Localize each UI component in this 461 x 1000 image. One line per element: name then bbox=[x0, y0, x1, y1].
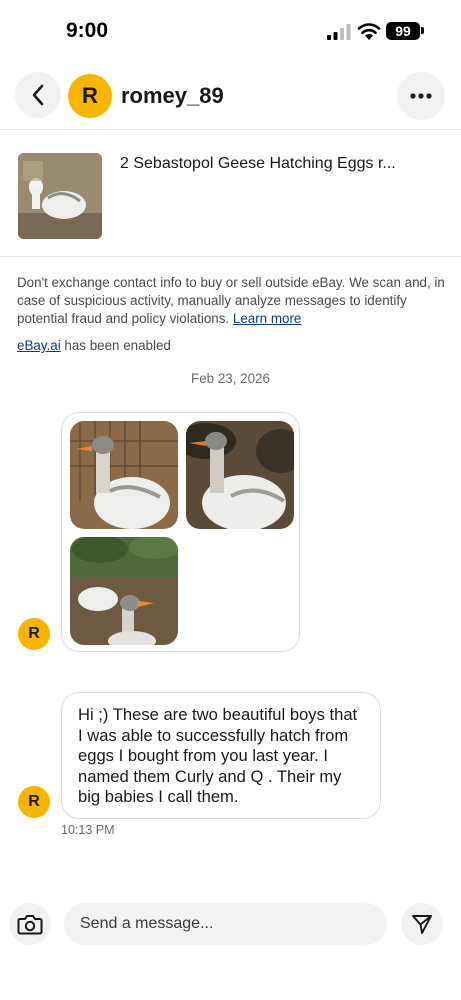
status-bar: 9:00 99 bbox=[0, 0, 461, 64]
chevron-left-icon bbox=[32, 84, 44, 106]
goose-photo bbox=[70, 421, 178, 529]
listing-thumbnail[interactable] bbox=[18, 153, 102, 239]
date-divider: Feb 23, 2026 bbox=[191, 371, 270, 386]
message-photo[interactable] bbox=[70, 421, 178, 529]
cellular-signal-icon bbox=[327, 24, 351, 40]
send-icon bbox=[412, 915, 432, 934]
sender-avatar[interactable]: R bbox=[18, 618, 50, 650]
ebay-ai-link[interactable]: eBay.ai bbox=[17, 338, 61, 353]
more-horizontal-icon bbox=[410, 93, 432, 99]
battery-tip bbox=[421, 27, 424, 34]
goose-photo bbox=[18, 153, 102, 239]
send-button[interactable] bbox=[401, 903, 443, 945]
camera-icon bbox=[17, 915, 43, 935]
seller-avatar[interactable]: R bbox=[68, 74, 112, 118]
message-composer bbox=[0, 895, 461, 955]
ai-enabled-text: has been enabled bbox=[60, 338, 171, 353]
status-time: 9:00 bbox=[66, 19, 109, 42]
message-photo[interactable] bbox=[186, 421, 294, 529]
goose-photo bbox=[70, 537, 178, 645]
listing-title[interactable]: 2 Sebastopol Geese Hatching Eggs r... bbox=[120, 155, 396, 173]
wifi-icon bbox=[357, 23, 381, 40]
photo-message-bubble bbox=[61, 412, 300, 652]
message-timestamp: 10:13 PM bbox=[61, 823, 115, 837]
text-message-bubble: Hi ;) These are two beautiful boys that … bbox=[61, 692, 381, 819]
safety-notice: Don't exchange contact info to buy or se… bbox=[17, 274, 447, 328]
battery-indicator: 99 bbox=[386, 22, 420, 40]
message-photo[interactable] bbox=[70, 537, 178, 645]
message-input[interactable] bbox=[64, 903, 387, 945]
conversation-header: R romey_89 bbox=[0, 64, 461, 130]
message-text: Hi ;) These are two beautiful boys that … bbox=[78, 705, 358, 806]
more-options-button[interactable] bbox=[397, 72, 445, 120]
learn-more-link[interactable]: Learn more bbox=[233, 311, 301, 326]
camera-button[interactable] bbox=[9, 903, 51, 945]
back-button[interactable] bbox=[15, 72, 61, 118]
listing-card[interactable]: 2 Sebastopol Geese Hatching Eggs r... bbox=[0, 131, 461, 257]
ai-enabled-notice: eBay.ai has been enabled bbox=[17, 338, 171, 353]
username[interactable]: romey_89 bbox=[121, 83, 224, 109]
safety-notice-text: Don't exchange contact info to buy or se… bbox=[17, 275, 445, 326]
goose-photo bbox=[186, 421, 294, 529]
sender-avatar[interactable]: R bbox=[18, 786, 50, 818]
